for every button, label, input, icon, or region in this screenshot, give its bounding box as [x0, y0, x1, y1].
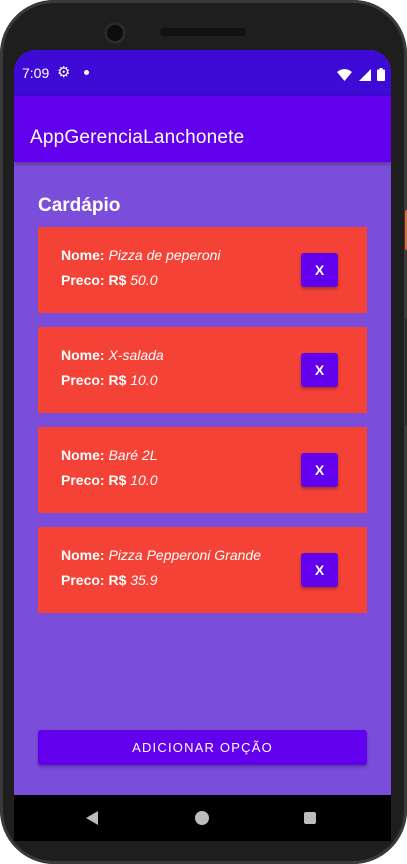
app-bar: AppGerenciaLanchonete [14, 96, 391, 162]
wifi-icon [337, 68, 353, 81]
item-name-value: X-salada [108, 347, 164, 363]
system-icons [335, 66, 385, 82]
speaker-grille [160, 28, 246, 36]
item-price-line: Preco: R$ 10.0 [61, 372, 158, 388]
item-price-line: Preco: R$ 50.0 [61, 272, 158, 288]
item-name-line: Nome: Baré 2L [61, 447, 158, 463]
menu-item-card: Nome: Pizza Pepperoni Grande Preco: R$ 3… [38, 527, 367, 613]
item-name-label: Nome: [61, 547, 105, 563]
item-price-label: Preco: R$ [61, 472, 127, 488]
item-name-value: Pizza Pepperoni Grande [108, 547, 261, 563]
battery-icon [377, 68, 385, 82]
menu-item-card: Nome: Baré 2L Preco: R$ 10.0 X [38, 427, 367, 513]
delete-item-button[interactable]: X [301, 453, 338, 487]
menu-item-card: Nome: X-salada Preco: R$ 10.0 X [38, 327, 367, 413]
delete-item-button[interactable]: X [301, 553, 338, 587]
menu-heading: Cardápio [38, 195, 121, 216]
delete-item-button[interactable]: X [301, 353, 338, 387]
item-price-line: Preco: R$ 10.0 [61, 472, 158, 488]
item-name-value: Pizza de peperoni [108, 247, 221, 263]
status-time: 7:09 [22, 65, 50, 81]
gear-icon: ⚙ [57, 64, 71, 81]
phone-frame: 7:09 ⚙ AppGerenciaLanchonete Cardápio No… [0, 0, 407, 864]
recents-icon[interactable] [304, 812, 316, 824]
delete-item-button[interactable]: X [301, 253, 338, 287]
item-name-value: Baré 2L [108, 447, 158, 463]
item-name-label: Nome: [61, 247, 105, 263]
menu-list: Nome: Pizza de peperoni Preco: R$ 50.0 X… [38, 227, 367, 627]
item-name-line: Nome: Pizza Pepperoni Grande [61, 547, 261, 563]
item-price-value: 50.0 [130, 272, 158, 288]
item-price-label: Preco: R$ [61, 272, 127, 288]
item-price-label: Preco: R$ [61, 372, 127, 388]
screen: 7:09 ⚙ AppGerenciaLanchonete Cardápio No… [14, 50, 391, 795]
camera-icon [104, 22, 126, 44]
item-price-value: 10.0 [130, 372, 158, 388]
item-name-line: Nome: X-salada [61, 347, 164, 363]
app-title: AppGerenciaLanchonete [30, 127, 245, 148]
navigation-bar [14, 795, 391, 841]
notification-dot-icon [84, 70, 89, 75]
item-price-line: Preco: R$ 35.9 [61, 572, 158, 588]
menu-item-card: Nome: Pizza de peperoni Preco: R$ 50.0 X [38, 227, 367, 313]
item-name-label: Nome: [61, 347, 105, 363]
status-bar: 7:09 ⚙ [14, 50, 391, 96]
back-icon[interactable] [86, 811, 98, 825]
item-name-label: Nome: [61, 447, 105, 463]
item-price-label: Preco: R$ [61, 572, 127, 588]
item-name-line: Nome: Pizza de peperoni [61, 247, 221, 263]
signal-icon [358, 68, 371, 81]
home-icon[interactable] [195, 811, 209, 825]
item-price-value: 35.9 [130, 572, 158, 588]
add-option-button[interactable]: ADICIONAR OPÇÃO [38, 730, 367, 765]
item-price-value: 10.0 [130, 472, 158, 488]
